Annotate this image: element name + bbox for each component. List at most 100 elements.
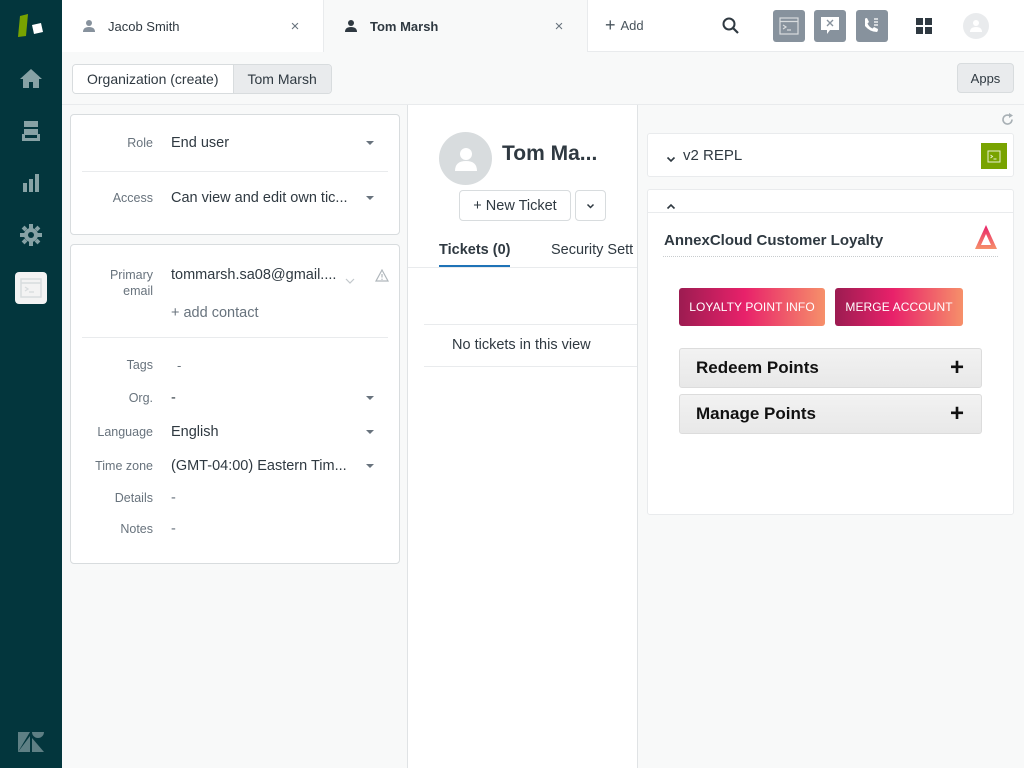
access-label: Access xyxy=(112,191,153,205)
divider xyxy=(424,366,637,367)
contact-card: Primary email tommarsh.sa08@gmail.... + … xyxy=(70,244,400,564)
accordion-label: Redeem Points xyxy=(696,358,819,377)
breadcrumb: Organization (create) Tom Marsh xyxy=(72,64,332,94)
reporting-icon[interactable] xyxy=(15,167,47,199)
org-field[interactable]: Org. - xyxy=(71,390,399,406)
add-label: Add xyxy=(620,17,644,33)
language-value: English xyxy=(171,424,219,440)
time-zone-field[interactable]: Time zone (GMT-04:00) Eastern Tim... xyxy=(71,458,399,474)
sub-header: Organization (create) Tom Marsh Apps xyxy=(62,52,1024,105)
person-icon xyxy=(83,20,95,32)
zendesk-logo-icon xyxy=(16,730,46,754)
tab-label: Tom Marsh xyxy=(370,18,439,34)
search-icon[interactable] xyxy=(715,10,747,42)
plus-icon: + xyxy=(605,15,616,35)
role-label: Role xyxy=(127,136,153,150)
role-value: End user xyxy=(171,135,230,151)
role-field[interactable]: Role End user xyxy=(71,135,399,151)
repl-app-card: v2 REPL xyxy=(647,133,1014,177)
admin-gear-icon[interactable] xyxy=(15,219,47,251)
label-line: Primary xyxy=(109,268,153,282)
chevron-down-icon xyxy=(586,203,595,209)
loyalty-point-info-button[interactable]: LOYALTY POINT INFO xyxy=(679,288,825,326)
add-contact-link[interactable]: + add contact xyxy=(171,305,258,321)
divider xyxy=(82,171,388,172)
org-label: Org. xyxy=(128,391,153,405)
language-label: Language xyxy=(97,425,153,439)
caret-down-icon xyxy=(366,196,374,200)
caret-down-icon xyxy=(366,141,374,145)
caret-down-icon xyxy=(366,464,374,468)
console-app-icon[interactable] xyxy=(15,272,47,304)
console-icon[interactable] xyxy=(773,10,805,42)
role-card: Role End user Access Can view and edit o… xyxy=(70,114,400,235)
details-value: - xyxy=(171,490,176,506)
add-tab-button[interactable]: + Add xyxy=(605,15,644,35)
user-avatar xyxy=(439,132,492,185)
tags-field[interactable]: Tags - xyxy=(71,357,399,373)
grid-icon[interactable] xyxy=(908,10,940,42)
divider xyxy=(82,337,388,338)
accordion-label: Manage Points xyxy=(696,404,816,423)
divider xyxy=(648,212,1013,213)
tags-value: - xyxy=(177,357,182,373)
manage-points-accordion[interactable]: Manage Points + xyxy=(679,394,982,434)
time-zone-label: Time zone xyxy=(95,459,153,473)
phone-icon[interactable] xyxy=(856,10,888,42)
tab-tom-marsh[interactable]: Tom Marsh × xyxy=(324,0,588,52)
views-icon[interactable] xyxy=(15,115,47,147)
caret-down-icon xyxy=(366,396,374,400)
label-line: email xyxy=(123,284,153,298)
user-main-panel: Tom Ma... + New Ticket Tickets (0) Secur… xyxy=(408,105,638,768)
annexcloud-logo-icon xyxy=(974,224,998,255)
breadcrumb-user[interactable]: Tom Marsh xyxy=(232,65,331,93)
chevron-down-icon[interactable] xyxy=(345,271,355,289)
console-app-icon[interactable] xyxy=(981,143,1007,169)
language-field[interactable]: Language English xyxy=(71,424,399,440)
annexcloud-title: AnnexCloud Customer Loyalty xyxy=(664,232,884,249)
product-logo-icon[interactable] xyxy=(16,12,46,40)
primary-email-label: Primary email xyxy=(71,267,153,299)
notes-label: Notes xyxy=(120,522,153,536)
divider xyxy=(424,324,637,325)
notes-field[interactable]: Notes - xyxy=(71,521,399,537)
avatar-icon[interactable] xyxy=(963,13,989,39)
apps-panel: v2 REPL AnnexCloud Customer Loyalty LOYA… xyxy=(639,105,1024,768)
person-icon xyxy=(345,20,357,32)
tab-label: Jacob Smith xyxy=(108,18,180,34)
repl-app-title: v2 REPL xyxy=(683,147,743,164)
merge-account-button[interactable]: MERGE ACCOUNT xyxy=(835,288,963,326)
refresh-icon[interactable] xyxy=(1001,113,1014,131)
org-value: - xyxy=(171,390,176,406)
close-tab-icon[interactable]: × xyxy=(549,18,569,35)
tab-tickets[interactable]: Tickets (0) xyxy=(439,242,511,268)
new-ticket-button[interactable]: + New Ticket xyxy=(459,190,571,221)
home-icon[interactable] xyxy=(15,62,47,94)
annexcloud-app-card: AnnexCloud Customer Loyalty LOYALTY POIN… xyxy=(647,189,1014,515)
plus-icon: + xyxy=(949,354,964,381)
details-field[interactable]: Details - xyxy=(71,490,399,506)
notes-value: - xyxy=(171,521,176,537)
time-zone-value: (GMT-04:00) Eastern Tim... xyxy=(171,458,347,474)
chat-closed-icon[interactable] xyxy=(814,10,846,42)
top-bar: Jacob Smith × Tom Marsh × + Add xyxy=(62,0,1024,52)
user-name: Tom Ma... xyxy=(502,142,598,165)
user-properties-panel: Role End user Access Can view and edit o… xyxy=(62,105,408,768)
plus-icon: + xyxy=(949,400,964,427)
divider xyxy=(663,256,998,257)
close-tab-icon[interactable]: × xyxy=(285,18,305,35)
empty-state-text: No tickets in this view xyxy=(452,337,591,353)
redeem-points-accordion[interactable]: Redeem Points + xyxy=(679,348,982,388)
main-nav xyxy=(0,0,62,768)
tab-jacob-smith[interactable]: Jacob Smith × xyxy=(62,0,324,52)
apps-button[interactable]: Apps xyxy=(957,63,1014,93)
new-ticket-dropdown-button[interactable] xyxy=(575,190,606,221)
details-label: Details xyxy=(114,491,153,505)
primary-email-value: tommarsh.sa08@gmail.... xyxy=(171,267,337,283)
chevron-down-icon[interactable] xyxy=(666,150,676,168)
breadcrumb-organization[interactable]: Organization (create) xyxy=(73,65,233,93)
access-field[interactable]: Access Can view and edit own tic... xyxy=(71,190,399,206)
warning-icon xyxy=(374,268,390,287)
access-value: Can view and edit own tic... xyxy=(171,190,348,206)
tab-security-settings[interactable]: Security Sett xyxy=(551,242,633,258)
